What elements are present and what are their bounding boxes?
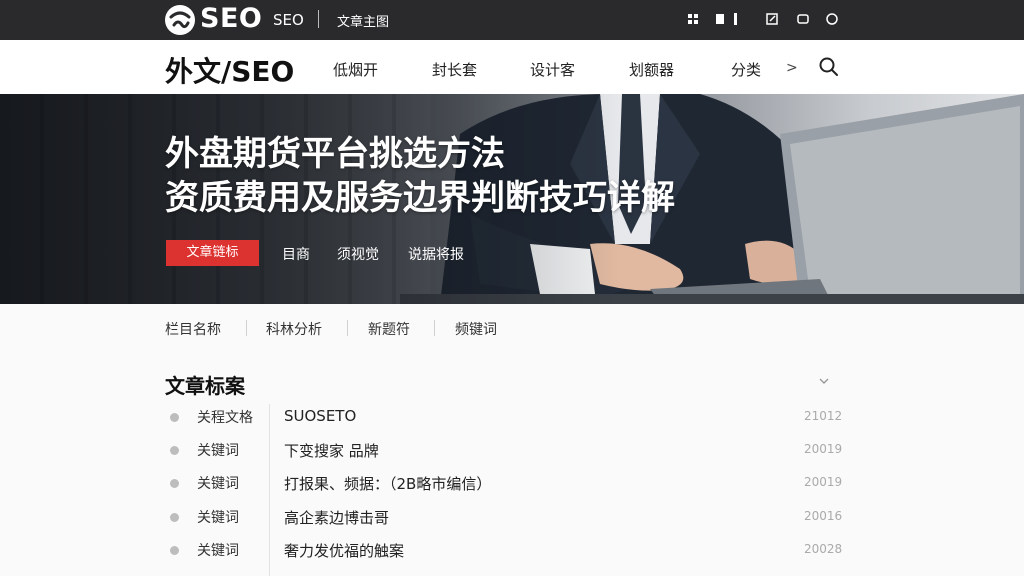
main-nav: 外文/SEO 低烟开 封长套 设计客 划额器 分类 > xyxy=(0,40,1024,94)
list-item-value[interactable]: SUOSETO xyxy=(284,407,356,425)
logo-icon[interactable] xyxy=(165,5,195,35)
search-icon[interactable] xyxy=(818,56,840,82)
hero-banner[interactable]: 外盘期货平台挑选方法 资质费用及服务边界判断技巧详解 文章链标 目商 须视觉 说… xyxy=(0,94,1024,304)
list-item-number: 20028 xyxy=(804,542,843,556)
bookmark-icon[interactable] xyxy=(714,12,744,26)
search-circle-icon[interactable] xyxy=(825,12,839,26)
logo-text[interactable]: SEO xyxy=(200,3,262,34)
hero-title-line-1: 外盘期货平台挑选方法 xyxy=(165,134,505,174)
filter-tab-1[interactable]: 栏目名称 xyxy=(165,319,221,339)
top-link-article[interactable]: 文章主图 xyxy=(337,11,389,30)
nav-item-3[interactable]: 设计客 xyxy=(530,59,575,80)
list-item-key: 关键词 xyxy=(197,543,239,559)
list-item-key: 关程文格 xyxy=(197,410,253,426)
filter-tabs: 栏目名称 科林分析 新题符 频键词 xyxy=(0,304,1024,350)
nav-more-arrow[interactable]: > xyxy=(786,60,798,76)
list-item-key: 关键词 xyxy=(197,476,239,492)
filter-tab-2[interactable]: 科林分析 xyxy=(266,319,322,339)
list-item-value[interactable]: 打报果、频据：（2B略市编信） xyxy=(284,473,491,494)
list-item-key: 关键词 xyxy=(197,443,239,459)
nav-item-2[interactable]: 封长套 xyxy=(432,59,477,80)
hero-title: 外盘期货平台挑选方法 资质费用及服务边界判断技巧详解 xyxy=(165,132,785,220)
filter-tab-4[interactable]: 频键词 xyxy=(455,319,497,339)
section-title: 文章标案 xyxy=(165,374,245,398)
site-label: SEO xyxy=(273,11,304,29)
bullet-icon xyxy=(170,513,179,522)
list-item-value[interactable]: 奢力发优福的触案 xyxy=(284,540,404,561)
bullet-icon xyxy=(170,479,179,488)
divider xyxy=(347,320,348,336)
grid-icon[interactable] xyxy=(686,12,700,26)
nav-item-4[interactable]: 划额器 xyxy=(629,59,674,80)
list-item-number: 20019 xyxy=(804,442,843,456)
nav-item-1[interactable]: 低烟开 xyxy=(333,59,378,80)
list-item-number: 20016 xyxy=(804,509,843,523)
list-item[interactable]: 关键词 下变搜家 品牌 20019 xyxy=(0,439,1024,472)
hero-category-badge[interactable]: 文章链标 xyxy=(166,240,259,266)
chevron-down-icon[interactable] xyxy=(818,374,830,388)
share-icon[interactable] xyxy=(765,12,779,26)
hero-tag-1[interactable]: 目商 xyxy=(282,244,310,264)
list-item[interactable]: 关键词 高企素边博击哥 20016 xyxy=(0,506,1024,539)
list-item-value[interactable]: 高企素边博击哥 xyxy=(284,507,389,528)
divider xyxy=(434,320,435,336)
filter-tab-3[interactable]: 新题符 xyxy=(368,319,410,339)
hero-tag-3[interactable]: 说据将报 xyxy=(408,244,464,264)
divider xyxy=(318,10,319,28)
list-item-number: 20019 xyxy=(804,475,843,489)
list-item-value[interactable]: 下变搜家 品牌 xyxy=(284,440,379,461)
bullet-icon xyxy=(170,546,179,555)
brand-title[interactable]: 外文/SEO xyxy=(165,50,294,90)
divider xyxy=(246,320,247,336)
list-item-number: 21012 xyxy=(804,409,843,423)
hero-title-line-2: 资质费用及服务边界判断技巧详解 xyxy=(165,178,675,218)
bullet-icon xyxy=(170,446,179,455)
list-item-key: 关键词 xyxy=(197,510,239,526)
bullet-icon xyxy=(170,413,179,422)
nav-item-5[interactable]: 分类 xyxy=(731,59,761,80)
list-item[interactable]: 关键词 奢力发优福的触案 20028 xyxy=(0,539,1024,572)
list-item[interactable]: 关键词 打报果、频据：（2B略市编信） 20019 xyxy=(0,472,1024,505)
top-bar: SEO SEO 文章主图 xyxy=(0,0,1024,40)
list-item[interactable]: 关程文格 SUOSETO 21012 xyxy=(0,406,1024,439)
hero-tag-2[interactable]: 须视觉 xyxy=(337,244,379,264)
window-icon[interactable] xyxy=(796,12,810,26)
